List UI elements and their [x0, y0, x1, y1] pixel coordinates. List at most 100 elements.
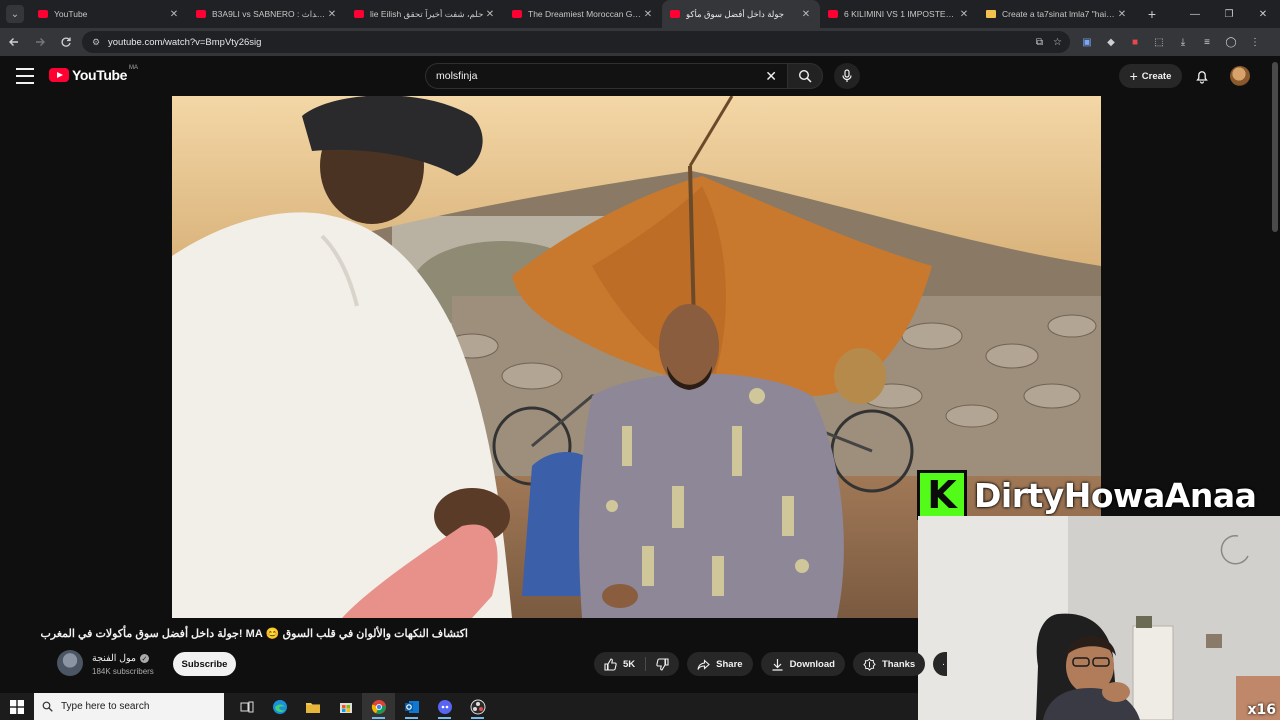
tab-title: Create a ta7sinat lmla7 "haircu	[1002, 9, 1116, 19]
like-count: 5K	[623, 658, 636, 670]
reload-icon[interactable]	[54, 30, 78, 54]
share-icon	[697, 658, 710, 670]
discord-style-app-icon[interactable]	[428, 693, 461, 720]
download-label: Download	[789, 658, 835, 670]
hamburger-menu-icon[interactable]	[16, 68, 34, 84]
tab-close-icon[interactable]: ✕	[1116, 9, 1128, 20]
window-controls: — ❐ ✕	[1178, 0, 1280, 28]
tab-close-icon[interactable]: ✕	[484, 9, 496, 20]
webcam-image	[918, 516, 1280, 720]
account-avatar[interactable]	[1230, 66, 1250, 86]
create-button[interactable]: + Create	[1119, 64, 1182, 88]
thumbs-up-icon	[604, 657, 617, 671]
country-code: MA	[129, 65, 139, 71]
search-input[interactable]: molsfinja ✕	[425, 63, 787, 89]
browser-tab-5[interactable]: 6 KILIMINI VS 1 IMPOSTEUR - ✕	[820, 0, 978, 28]
chrome-browser-icon[interactable]	[362, 693, 395, 720]
tab-title: 6 KILIMINI VS 1 IMPOSTEUR -	[844, 9, 958, 19]
taskbar-search-placeholder: Type here to search	[61, 701, 150, 712]
back-icon[interactable]	[2, 30, 26, 54]
browser-toolbar: ⚙ youtube.com/watch?v=BmpVty26sig ⧉ ☆ ▣ …	[0, 28, 1280, 56]
download-button[interactable]: Download	[760, 652, 845, 676]
document-favicon-icon	[986, 10, 996, 18]
translate-extension-icon[interactable]: ▣	[1078, 33, 1096, 51]
taskbar-search-icon	[42, 701, 53, 712]
obs-recorder-icon[interactable]	[461, 693, 494, 720]
profile-icon[interactable]: ◯	[1222, 33, 1240, 51]
verified-check-icon: ✓	[139, 654, 149, 663]
thumbs-down-icon	[656, 657, 669, 671]
tab-close-icon[interactable]: ✕	[326, 9, 338, 20]
close-window-icon[interactable]: ✕	[1246, 0, 1280, 28]
clear-search-icon[interactable]: ✕	[765, 68, 777, 85]
browser-menu-icon[interactable]: ⋮	[1246, 33, 1264, 51]
browser-tab-6[interactable]: Create a ta7sinat lmla7 "haircu ✕	[978, 0, 1136, 28]
forward-icon[interactable]	[28, 30, 52, 54]
tab-title: The Dreamiest Moroccan Gate	[528, 9, 642, 19]
extensions-area: ▣ ◆ ■ ⬚ ⤓ ≡ ◯ ⋮	[1078, 28, 1264, 56]
bookmark-star-icon[interactable]: ☆	[1053, 37, 1062, 48]
new-tab-icon[interactable]: +	[1142, 6, 1162, 22]
youtube-favicon-icon	[512, 10, 522, 18]
kick-logo-icon: K	[917, 470, 967, 520]
search-value: molsfinja	[436, 70, 478, 82]
youtube-favicon-icon	[38, 10, 48, 18]
edge-browser-icon[interactable]	[263, 693, 296, 720]
tab-title: جولة داخل أفضل سوق مأكو	[686, 8, 784, 19]
site-info-icon[interactable]: ⚙	[90, 36, 102, 48]
browser-tab-2[interactable]: lie Eilish حلم، شفت أخيراً تحقق ✕	[346, 0, 504, 28]
browser-tab-0[interactable]: YouTube ✕	[30, 0, 188, 28]
browser-tab-1[interactable]: B3A9LI vs SABNERO : ج للأحداث ✕	[188, 0, 346, 28]
task-view-icon[interactable]	[230, 693, 263, 720]
youtube-logo[interactable]: YouTube MA	[49, 65, 139, 83]
speed-badge: x16	[1247, 702, 1276, 718]
notifications-bell-icon[interactable]	[1194, 68, 1210, 84]
extension-icon[interactable]: ◆	[1102, 33, 1120, 51]
address-bar[interactable]: ⚙ youtube.com/watch?v=BmpVty26sig ⧉ ☆	[82, 31, 1070, 53]
subscribe-button[interactable]: Subscribe	[173, 652, 236, 676]
channel-avatar[interactable]	[57, 650, 83, 676]
channel-name[interactable]: مول الفنجة	[92, 653, 136, 664]
file-explorer-icon[interactable]	[296, 693, 329, 720]
tab-close-icon[interactable]: ✕	[642, 9, 654, 20]
download-icon[interactable]: ⤓	[1174, 33, 1192, 51]
minimize-icon[interactable]: —	[1178, 0, 1212, 28]
voice-search-button[interactable]	[834, 63, 860, 89]
browser-tab-3[interactable]: The Dreamiest Moroccan Gate ✕	[504, 0, 662, 28]
extension-red-icon[interactable]: ■	[1126, 33, 1144, 51]
youtube-play-icon	[49, 68, 69, 82]
streamer-name: DirtyHowaAnaa	[974, 475, 1257, 515]
tab-close-icon[interactable]: ✕	[958, 9, 970, 20]
dislike-button[interactable]	[646, 652, 679, 676]
windows-start-icon[interactable]	[0, 693, 34, 720]
install-app-icon[interactable]: ⧉	[1036, 37, 1043, 48]
video-title: اكتشاف النكهات والألوان في قلب السوق 😊 M…	[40, 628, 468, 640]
microphone-icon	[842, 69, 852, 82]
streamer-name-overlay: K DirtyHowaAnaa	[917, 470, 1280, 520]
search-button[interactable]	[787, 63, 823, 89]
tab-search-icon[interactable]: ⌄	[6, 5, 24, 23]
logo-text: YouTube	[72, 67, 128, 83]
subscriber-count: 184K subscribers	[92, 667, 154, 676]
puzzle-extensions-icon[interactable]: ⬚	[1150, 33, 1168, 51]
tab-title: YouTube	[54, 9, 88, 19]
restore-icon[interactable]: ❐	[1212, 0, 1246, 28]
thanks-button[interactable]: Thanks	[852, 652, 926, 676]
download-icon	[772, 658, 783, 671]
tab-close-icon[interactable]: ✕	[168, 9, 180, 20]
media-control-icon[interactable]: ≡	[1198, 33, 1216, 51]
browser-tab-4-active[interactable]: جولة داخل أفضل سوق مأكو ✕	[662, 0, 820, 28]
search-icon	[798, 69, 812, 83]
page-scrollbar[interactable]	[1272, 62, 1278, 232]
windows-taskbar: Type here to search	[0, 693, 918, 720]
like-button[interactable]: 5K	[594, 652, 645, 676]
youtube-favicon-icon	[828, 10, 838, 18]
more-actions-icon[interactable]: ·	[933, 652, 948, 676]
tab-close-icon[interactable]: ✕	[800, 9, 812, 20]
channel-name-row[interactable]: مول الفنجة ✓	[92, 653, 149, 664]
microsoft-store-icon[interactable]	[329, 693, 362, 720]
share-button[interactable]: Share	[687, 652, 753, 676]
outlook-icon[interactable]	[395, 693, 428, 720]
subscribe-label: Subscribe	[181, 658, 228, 670]
taskbar-search-field[interactable]: Type here to search	[34, 693, 224, 720]
